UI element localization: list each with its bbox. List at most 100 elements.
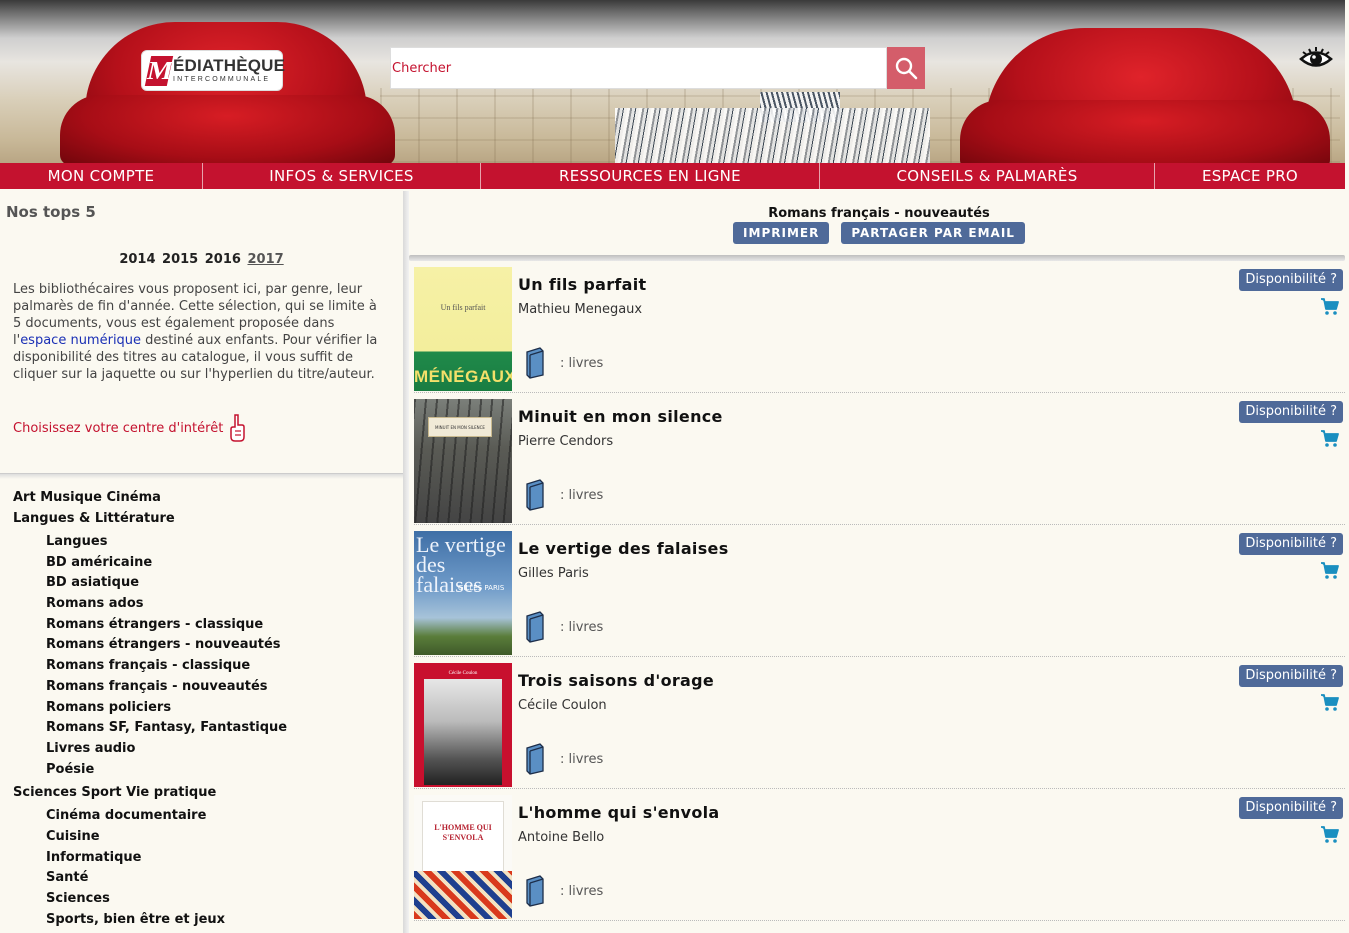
share-email-button[interactable]: PARTAGER PAR EMAIL [841,222,1025,244]
intro-text: Les bibliothécaires vous proposent ici, … [13,281,388,383]
year-link-2017[interactable]: 2017 [247,252,283,267]
document-type-label: : livres [560,751,604,767]
search-input[interactable] [391,48,886,88]
subcategory-bd-asiatique[interactable]: BD asiatique [13,573,398,594]
subcategory-livres-audio[interactable]: Livres audio [13,739,398,760]
year-selector: 2014 2015 2016 2017 [0,252,403,267]
subcategory-poesie[interactable]: Poésie [13,760,398,781]
document-type: : livres [524,743,603,775]
nav-conseils[interactable]: CONSEILS & PALMARÈS [820,163,1155,189]
list-divider [409,255,1345,261]
cover-author: GILLES PARIS [458,584,505,592]
subcategory-cinema-documentaire[interactable]: Cinéma documentaire [13,806,398,827]
document-type-label: : livres [560,619,604,635]
subcategory-informatique[interactable]: Informatique [13,848,398,869]
nav-espace-pro[interactable]: ESPACE PRO [1155,163,1345,189]
subcategory-romans-policiers[interactable]: Romans policiers [13,698,398,719]
year-link-2016[interactable]: 2016 [205,252,241,267]
choose-interest-label: Choisissez votre centre d'intérêt [13,420,224,436]
document-title[interactable]: Le vertige des falaises [518,539,729,558]
nav-infos-services[interactable]: INFOS & SERVICES [203,163,481,189]
nav-mon-compte[interactable]: MON COMPTE [0,163,203,189]
cover-author: Cécile Coulon [448,671,478,676]
document-type-label: : livres [560,883,604,899]
document-title[interactable]: Minuit en mon silence [518,407,723,426]
left-column: Nos tops 5 2014 2015 2016 2017 Les bibli… [0,191,403,933]
document-author[interactable]: Cécile Coulon [518,698,607,713]
book-icon [526,875,544,907]
year-link-2015[interactable]: 2015 [162,252,198,267]
subcategory-romans-sf[interactable]: Romans SF, Fantasy, Fantastique [13,718,398,739]
document-item: MINUIT EN MON SILENCE Minuit en mon sile… [414,397,1345,525]
document-type-label: : livres [560,355,604,371]
year-link-2014[interactable]: 2014 [119,252,155,267]
cart-icon[interactable] [1321,298,1339,315]
pointing-hand-icon [230,414,246,442]
availability-button[interactable]: Disponibilité ? [1239,401,1343,423]
cart-icon[interactable] [1321,562,1339,579]
search-button[interactable] [887,47,925,89]
document-item: Le vertige des falaises GILLES PARIS Le … [414,529,1345,657]
cover-image [424,679,502,785]
document-title[interactable]: Un fils parfait [518,275,647,294]
subcategory-bd-americaine[interactable]: BD américaine [13,553,398,574]
document-author[interactable]: Gilles Paris [518,566,589,581]
subcategory-romans-etrangers-nouveautes[interactable]: Romans étrangers - nouveautés [13,635,398,656]
book-cover[interactable]: Un fils parfait MÉNÉGAUX [414,267,512,391]
subcategory-sante[interactable]: Santé [13,868,398,889]
cover-pattern [414,871,512,919]
document-title[interactable]: L'homme qui s'envola [518,803,720,822]
category-art-musique-cinema[interactable]: Art Musique Cinéma [13,487,398,508]
cover-title: L'HOMME QUI S'ENVOLA [434,823,492,842]
subcategory-sports[interactable]: Sports, bien être et jeux [13,910,398,931]
print-button[interactable]: IMPRIMER [733,222,830,244]
subcategory-cuisine[interactable]: Cuisine [13,827,398,848]
document-type: : livres [524,875,603,907]
availability-button[interactable]: Disponibilité ? [1239,665,1343,687]
list-actions: IMPRIMER PARTAGER PAR EMAIL [409,222,1349,244]
accessibility-eye-icon[interactable] [1299,46,1333,72]
availability-button[interactable]: Disponibilité ? [1239,797,1343,819]
espace-numerique-link[interactable]: espace numérique [20,333,141,348]
document-title[interactable]: Trois saisons d'orage [518,671,714,690]
availability-button[interactable]: Disponibilité ? [1239,269,1343,291]
search-box [390,47,887,89]
search-icon [895,57,918,80]
section-title: Nos tops 5 [6,203,96,221]
subcategory-romans-ados[interactable]: Romans ados [13,594,398,615]
document-author[interactable]: Antoine Bello [518,830,604,845]
subcategory-romans-etrangers-classique[interactable]: Romans étrangers - classique [13,615,398,636]
book-cover[interactable]: MINUIT EN MON SILENCE [414,399,512,523]
document-author[interactable]: Mathieu Menegaux [518,302,642,317]
category-sciences-sport[interactable]: Sciences Sport Vie pratique [13,782,398,803]
document-item: Un fils parfait MÉNÉGAUX Un fils parfait… [414,265,1345,393]
document-item: L'HOMME QUI S'ENVOLA L'homme qui s'envol… [414,793,1345,921]
book-cover[interactable]: Cécile Coulon [414,663,512,787]
banner-chair-right-seat [960,100,1330,163]
category-langues-litterature[interactable]: Langues & Littérature [13,508,398,529]
subcategory-sciences[interactable]: Sciences [13,889,398,910]
cart-icon[interactable] [1321,694,1339,711]
cart-icon[interactable] [1321,430,1339,447]
site-logo[interactable]: M ÉDIATHÈQUE INTERCOMMUNALE [141,50,285,91]
nav-ressources[interactable]: RESSOURCES EN LIGNE [481,163,820,189]
book-cover[interactable]: Le vertige des falaises GILLES PARIS [414,531,512,655]
document-item: Cécile Coulon Trois saisons d'orage Céci… [414,661,1345,789]
section-divider [0,473,403,479]
book-icon [526,743,544,775]
banner-chair-left-seat [60,95,395,163]
choose-interest[interactable]: Choisissez votre centre d'intérêt [13,413,246,443]
logo-mark: M [144,55,176,86]
document-author[interactable]: Pierre Cendors [518,434,613,449]
book-cover[interactable]: L'HOMME QUI S'ENVOLA [414,795,512,919]
document-type: : livres [524,611,603,643]
subcategory-langues[interactable]: Langues [13,532,398,553]
document-type: : livres [524,347,603,379]
subcategory-romans-francais-classique[interactable]: Romans français - classique [13,656,398,677]
availability-button[interactable]: Disponibilité ? [1239,533,1343,555]
cart-icon[interactable] [1321,826,1339,843]
subcategory-romans-francais-nouveautes[interactable]: Romans français - nouveautés [13,677,398,698]
list-title: Romans français - nouveautés [768,206,990,221]
document-type: : livres [524,479,603,511]
cover-title: Un fils parfait [440,303,486,312]
